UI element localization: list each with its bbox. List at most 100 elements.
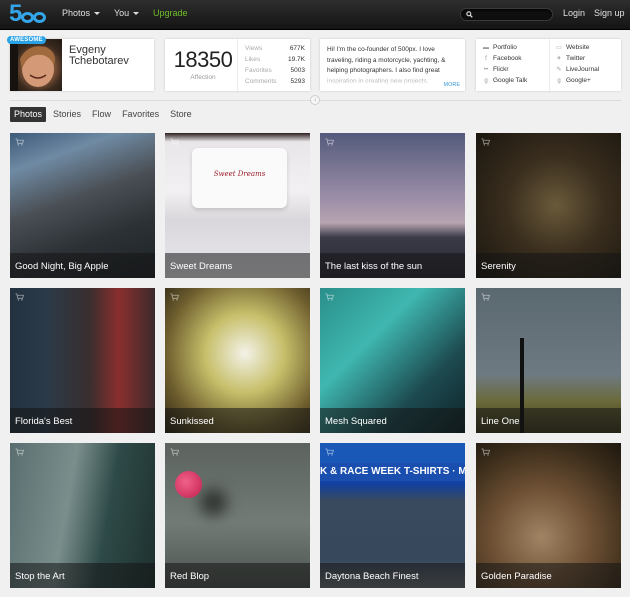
tab-photos[interactable]: Photos (10, 107, 47, 122)
signup-link[interactable]: Sign up (594, 8, 625, 18)
pillow-shape: Sweet Dreams (192, 148, 287, 208)
tab-stories[interactable]: Stories (49, 107, 85, 122)
cart-icon[interactable] (15, 448, 24, 456)
flickr-icon: •• (483, 66, 489, 73)
link-label: Twitter (566, 55, 586, 62)
photo-title[interactable]: Red Blop (170, 571, 209, 582)
expand-profile-button[interactable]: ↓ (310, 95, 320, 105)
stat-row-comments: Comments 5293 (245, 78, 305, 85)
link-label: Website (566, 44, 590, 51)
link-livejournal[interactable]: ✎ LiveJournal (556, 66, 599, 73)
profile-tabs: Photos Stories Flow Favorites Store (10, 107, 199, 122)
last-name: Tchebotarev (69, 55, 129, 67)
avatar[interactable] (10, 39, 62, 91)
nav-upgrade-link[interactable]: Upgrade (153, 8, 188, 18)
500px-logo[interactable]: 5 (9, 0, 47, 27)
link-facebook[interactable]: f Facebook (483, 55, 522, 62)
stats-card: 18350 Affection Views 677K Likes 19.7K F… (165, 39, 310, 91)
cart-icon[interactable] (325, 138, 334, 146)
tab-flow[interactable]: Flow (88, 107, 115, 122)
photo-tile[interactable]: The last kiss of the sun (320, 133, 465, 278)
chevron-down-icon (94, 11, 101, 15)
link-label: Facebook (493, 55, 522, 62)
cart-icon[interactable] (15, 138, 24, 146)
photo-tile[interactable]: Sunkissed (165, 288, 310, 433)
google-plus-icon: g (557, 77, 561, 84)
photo-title[interactable]: Golden Paradise (481, 571, 552, 582)
photo-title[interactable]: The last kiss of the sun (325, 261, 422, 272)
links-divider (549, 39, 550, 91)
photo-tile[interactable]: Serenity (476, 133, 621, 278)
logo-five: 5 (9, 0, 22, 27)
cart-icon[interactable] (325, 448, 334, 456)
link-flickr[interactable]: •• Flickr (483, 66, 509, 73)
photo-title[interactable]: Sunkissed (170, 416, 214, 427)
photo-tile[interactable]: Mesh Squared (320, 288, 465, 433)
cart-icon[interactable] (481, 293, 490, 301)
affection-count: 18350 (173, 47, 233, 72)
stat-value: 677K (289, 45, 305, 52)
photo-tile[interactable]: Florida's Best (10, 288, 155, 433)
chevron-down-icon (133, 11, 140, 15)
top-nav-bar: 5 Photos You Upgrade Login Sign up (0, 0, 630, 30)
cart-icon[interactable] (170, 448, 179, 456)
logo-circles (21, 6, 47, 23)
stats-divider (237, 39, 238, 91)
stat-label: Views (245, 45, 263, 52)
profile-name[interactable]: Evgeny Tchebotarev (69, 45, 129, 67)
website-icon: ▭ (556, 45, 562, 51)
link-label: Google Talk (493, 77, 528, 84)
photo-tile[interactable]: Sweet Dreams Sweet Dreams (165, 133, 310, 278)
profile-divider-left (10, 100, 310, 101)
photo-title[interactable]: Stop the Art (15, 571, 65, 582)
photo-title[interactable]: Serenity (481, 261, 516, 272)
tab-favorites[interactable]: Favorites (118, 107, 163, 122)
cart-icon[interactable] (481, 138, 490, 146)
tab-store[interactable]: Store (166, 107, 196, 122)
link-google-plus[interactable]: g Google+ (556, 77, 590, 84)
link-website[interactable]: ▭ Website (556, 44, 589, 51)
stat-label: Likes (245, 56, 261, 63)
link-portfolio[interactable]: ▬ Portfolio (483, 44, 517, 51)
cart-icon[interactable] (15, 293, 24, 301)
nav-photos-menu[interactable]: Photos (62, 8, 101, 18)
search-input[interactable] (476, 9, 550, 20)
photo-title[interactable]: Line One (481, 416, 520, 427)
photo-title[interactable]: Mesh Squared (325, 416, 387, 427)
photo-tile[interactable]: Golden Paradise (476, 443, 621, 588)
affection-label: Affection (190, 74, 216, 81)
facebook-icon: f (485, 55, 487, 62)
cart-icon[interactable] (170, 138, 179, 146)
portfolio-icon: ▬ (483, 44, 489, 51)
stat-row-likes: Likes 19.7K (245, 56, 305, 63)
photo-tile[interactable]: Stop the Art (10, 443, 155, 588)
photo-tile[interactable]: Red Blop (165, 443, 310, 588)
photo-title[interactable]: Sweet Dreams (170, 261, 232, 272)
cart-icon[interactable] (481, 448, 490, 456)
arrow-down-icon: ↓ (313, 97, 317, 103)
banner-text: K & RACE WEEK T-SHIRTS · MEN'S (320, 463, 465, 481)
photo-tile[interactable]: Good Night, Big Apple (10, 133, 155, 278)
stat-value: 5003 (290, 67, 305, 74)
search-box[interactable] (460, 8, 553, 21)
awesome-badge: AWESOME (7, 36, 46, 44)
stat-value: 5293 (290, 78, 305, 85)
livejournal-icon: ✎ (556, 67, 562, 73)
photo-title[interactable]: Florida's Best (15, 416, 72, 427)
cart-icon[interactable] (325, 293, 334, 301)
login-link[interactable]: Login (563, 8, 585, 18)
links-card: ▬ Portfolio f Facebook •• Flickr g Googl… (476, 39, 621, 91)
link-label: Portfolio (493, 44, 517, 51)
photo-title[interactable]: Daytona Beach Finest (325, 571, 418, 582)
google-talk-icon: g (484, 77, 488, 84)
nav-you-menu[interactable]: You (114, 8, 140, 18)
bio-more-link[interactable]: MORE (444, 82, 461, 88)
cart-icon[interactable] (170, 293, 179, 301)
photo-title[interactable]: Good Night, Big Apple (15, 261, 108, 272)
photo-tile[interactable]: Line One (476, 288, 621, 433)
link-google-talk[interactable]: g Google Talk (483, 77, 527, 84)
photo-tile[interactable]: K & RACE WEEK T-SHIRTS · MEN'S Daytona Be… (320, 443, 465, 588)
link-twitter[interactable]: ✈ Twitter (556, 55, 585, 62)
nav-photos-label: Photos (62, 8, 91, 18)
search-icon (466, 11, 473, 18)
